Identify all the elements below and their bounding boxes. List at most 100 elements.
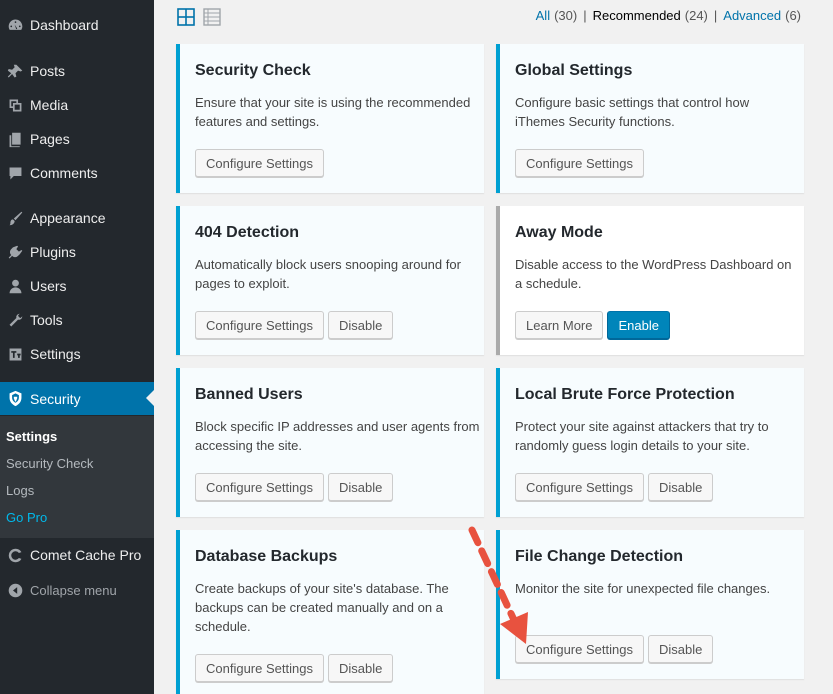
- menu-item-comet-cache[interactable]: Comet Cache Pro: [0, 538, 154, 572]
- menu-item-settings[interactable]: Settings: [0, 337, 154, 371]
- enable-button[interactable]: Enable: [607, 311, 670, 339]
- card-title: File Change Detection: [515, 548, 684, 565]
- filter-recommended[interactable]: Recommended: [593, 8, 681, 23]
- disable-button[interactable]: Disable: [327, 311, 394, 339]
- disable-button[interactable]: Disable: [647, 473, 714, 501]
- card-actions: Configure Settings Disable: [515, 473, 714, 501]
- menu-label: Appearance: [30, 210, 106, 226]
- card-actions: Configure Settings Disable: [195, 654, 394, 682]
- grid-view-icon[interactable]: [177, 8, 195, 26]
- module-card-file-change-detection: File Change Detection Monitor the site f…: [496, 530, 804, 679]
- card-title: Security Check: [195, 62, 311, 79]
- module-card-security-check: Security Check Ensure that your site is …: [176, 44, 484, 193]
- configure-settings-button[interactable]: Configure Settings: [195, 654, 324, 682]
- submenu-go-pro[interactable]: Go Pro: [6, 510, 47, 525]
- menu-label: Security: [30, 390, 81, 407]
- collapse-menu-button[interactable]: Collapse menu: [0, 573, 154, 607]
- comment-icon: [0, 165, 30, 182]
- card-description: Automatically block users snooping aroun…: [195, 257, 461, 291]
- module-filters: All (30) | Recommended (24) | Advanced (…: [536, 8, 801, 23]
- card-description: Protect your site against attackers that…: [515, 419, 769, 453]
- card-actions: Configure Settings: [195, 149, 324, 177]
- module-card-banned-users: Banned Users Block specific IP addresses…: [176, 368, 484, 517]
- view-toggle: [177, 8, 221, 26]
- card-title: 404 Detection: [195, 224, 300, 241]
- collapse-icon: [0, 582, 30, 599]
- filter-separator: |: [713, 8, 718, 23]
- card-title: Global Settings: [515, 62, 633, 79]
- configure-settings-button[interactable]: Configure Settings: [195, 311, 324, 339]
- menu-item-dashboard[interactable]: Dashboard: [0, 8, 154, 42]
- filter-recommended-count: (24): [684, 8, 708, 23]
- brush-icon: [0, 210, 30, 227]
- card-title: Database Backups: [195, 548, 338, 565]
- menu-label: Settings: [30, 346, 81, 362]
- card-description: Configure basic settings that control ho…: [515, 95, 750, 129]
- pages-icon: [0, 131, 30, 148]
- submenu-security-check[interactable]: Security Check: [6, 456, 93, 471]
- learn-more-button[interactable]: Learn More: [515, 311, 604, 339]
- plugin-icon: [0, 244, 30, 261]
- menu-label: Pages: [30, 131, 70, 147]
- menu-item-posts[interactable]: Posts: [0, 54, 154, 88]
- card-title: Away Mode: [515, 224, 603, 241]
- card-title: Banned Users: [195, 386, 303, 403]
- configure-settings-button[interactable]: Configure Settings: [515, 635, 644, 663]
- module-card-404-detection: 404 Detection Automatically block users …: [176, 206, 484, 355]
- configure-settings-button[interactable]: Configure Settings: [195, 473, 324, 501]
- submenu-settings[interactable]: Settings: [6, 429, 57, 444]
- module-card-away-mode: Away Mode Disable access to the WordPres…: [496, 206, 804, 355]
- menu-label: Tools: [30, 312, 63, 328]
- configure-settings-button[interactable]: Configure Settings: [515, 473, 644, 501]
- pin-icon: [0, 63, 30, 80]
- card-description: Block specific IP addresses and user age…: [195, 419, 480, 453]
- list-view-icon[interactable]: [203, 8, 221, 26]
- active-arrow: [146, 390, 154, 406]
- menu-item-tools[interactable]: Tools: [0, 303, 154, 337]
- menu-label: Dashboard: [30, 17, 99, 33]
- filter-advanced[interactable]: Advanced: [723, 8, 781, 23]
- menu-item-appearance[interactable]: Appearance: [0, 201, 154, 235]
- card-actions: Learn More Enable: [515, 311, 670, 339]
- menu-item-comments[interactable]: Comments: [0, 156, 154, 190]
- card-actions: Configure Settings Disable: [195, 311, 394, 339]
- card-actions: Configure Settings Disable: [515, 635, 714, 663]
- card-title: Local Brute Force Protection: [515, 386, 735, 403]
- menu-item-users[interactable]: Users: [0, 269, 154, 303]
- menu-item-security[interactable]: Security: [0, 382, 154, 415]
- module-card-local-brute-force: Local Brute Force Protection Protect you…: [496, 368, 804, 517]
- filter-all-count: (30): [554, 8, 578, 23]
- filter-all[interactable]: All: [536, 8, 550, 23]
- media-icon: [0, 97, 30, 114]
- filter-advanced-count: (6): [785, 8, 801, 23]
- wrench-icon: [0, 312, 30, 329]
- menu-label: Comet Cache Pro: [30, 547, 142, 563]
- module-card-global-settings: Global Settings Configure basic settings…: [496, 44, 804, 193]
- submenu-logs[interactable]: Logs: [6, 483, 34, 498]
- menu-item-plugins[interactable]: Plugins: [0, 235, 154, 269]
- card-description: Create backups of your site's database. …: [195, 581, 449, 634]
- card-description: Ensure that your site is using the recom…: [195, 95, 471, 129]
- filter-separator: |: [583, 8, 587, 23]
- menu-label: Collapse menu: [30, 582, 117, 598]
- card-actions: Configure Settings Disable: [195, 473, 394, 501]
- menu-label: Plugins: [30, 244, 76, 260]
- disable-button[interactable]: Disable: [327, 654, 394, 682]
- card-actions: Configure Settings: [515, 149, 644, 177]
- disable-button[interactable]: Disable: [327, 473, 394, 501]
- security-submenu: Settings Security Check Logs Go Pro: [0, 416, 154, 538]
- admin-sidebar: Dashboard Posts Media Pages Comments App…: [0, 0, 154, 694]
- menu-label: Media: [30, 97, 69, 113]
- card-description: Disable access to the WordPress Dashboar…: [515, 257, 792, 291]
- menu-label: Users: [30, 278, 67, 294]
- comet-cache-icon: [0, 547, 30, 564]
- shield-icon: [0, 390, 30, 407]
- module-card-database-backups: Database Backups Create backups of your …: [176, 530, 484, 694]
- configure-settings-button[interactable]: Configure Settings: [195, 149, 324, 177]
- configure-settings-button[interactable]: Configure Settings: [515, 149, 644, 177]
- menu-item-media[interactable]: Media: [0, 88, 154, 122]
- disable-button[interactable]: Disable: [647, 635, 714, 663]
- user-icon: [0, 278, 30, 295]
- menu-item-pages[interactable]: Pages: [0, 122, 154, 156]
- settings-icon: [0, 346, 30, 363]
